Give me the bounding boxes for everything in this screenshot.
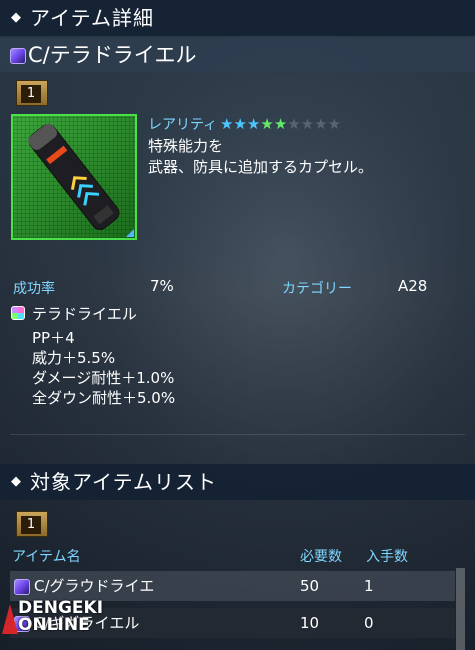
star-empty-icon: ★ [327,115,342,133]
target-quantity-badge: 1 [16,511,48,537]
diamond-bullet-icon: ◆ [11,10,21,25]
list-scrollbar[interactable] [456,568,465,650]
ability-stat: 威力＋5.5% [32,349,116,367]
item-name: C/テラドライエル [28,43,197,67]
quantity-badge: 1 [16,80,48,106]
page-title: アイテム詳細 [30,6,154,30]
quantity-value: 1 [21,85,41,103]
watermark: DENGEKI ONLINE [18,600,103,634]
row-required: 50 [300,577,320,595]
star-empty-icon: ★ [314,115,328,133]
corner-marker-icon [126,229,134,237]
item-description: 特殊能力を 武器、防具に追加するカプセル。 [148,136,373,178]
star-filled-icon: ★ [246,115,261,133]
rarity-label: レアリティ [148,117,218,133]
table-row[interactable]: C/グラウドライエ 50 1 [10,571,455,601]
star-filled-icon: ★ [273,115,288,133]
column-header-required: 必要数 [300,549,342,565]
target-section-title: 対象アイテムリスト [30,470,217,494]
ability-stat: PP＋4 [32,329,75,347]
column-header-item-name: アイテム名 [12,549,81,565]
ability-name: テラドライエル [32,305,137,323]
capsule-icon [14,579,30,595]
diamond-bullet-icon: ◆ [11,474,21,489]
target-quantity-value: 1 [21,516,41,534]
star-filled-icon: ★ [220,115,234,133]
ability-stats: PP＋4 威力＋5.5% ダメージ耐性＋1.0% 全ダウン耐性＋5.0% [32,328,175,408]
success-rate-value: 7% [150,277,174,295]
row-obtained: 0 [364,614,374,632]
star-filled-icon: ★ [260,115,274,133]
item-image [11,114,137,240]
row-obtained: 1 [364,577,374,595]
watermark-line: ONLINE [18,615,90,635]
ability-icon [11,306,25,320]
dengeki-logo-icon [2,604,18,634]
star-empty-icon: ★ [287,115,301,133]
star-filled-icon: ★ [233,115,247,133]
success-rate-label: 成功率 [13,281,55,297]
ability-stat: 全ダウン耐性＋5.0% [32,389,176,407]
star-empty-icon: ★ [300,115,315,133]
description-line: 武器、防具に追加するカプセル。 [148,158,374,176]
divider [10,434,465,435]
ability-stat: ダメージ耐性＋1.0% [32,369,175,387]
category-label: カテゴリー [282,281,352,297]
category-value: A28 [398,277,428,295]
capsule-device-icon [28,123,120,230]
capsule-icon [10,48,26,64]
description-line: 特殊能力を [148,137,224,155]
row-item-name: C/グラウドライエ [34,577,155,595]
rarity-stars: ★★★★★★★★★ [220,114,341,133]
row-required: 10 [300,614,320,632]
column-header-obtained: 入手数 [366,549,408,565]
